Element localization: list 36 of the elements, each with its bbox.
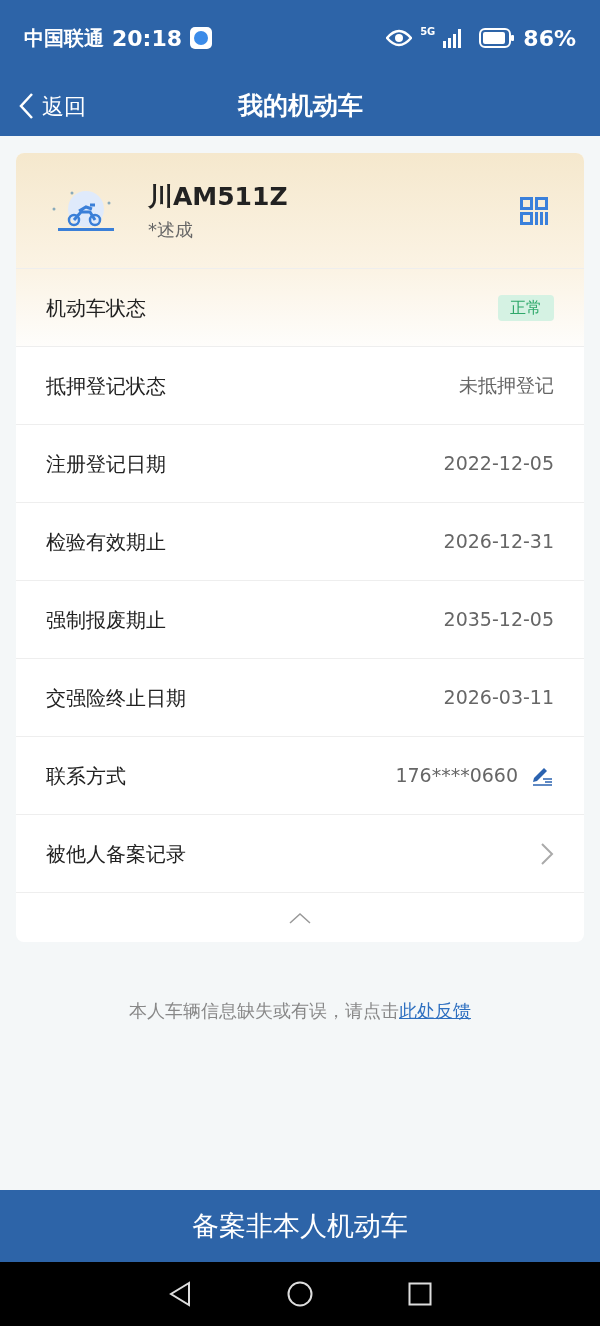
feedback-text: 本人车辆信息缺失或有误，请点击: [129, 999, 399, 1023]
battery-percent: 86%: [523, 24, 576, 53]
row-value: 2026-03-11: [443, 685, 554, 711]
row-label: 检验有效期止: [46, 528, 166, 556]
home-nav-icon[interactable]: [287, 1281, 313, 1307]
row-value: 176****0660: [395, 763, 518, 789]
row-value: 未抵押登记: [459, 373, 554, 399]
back-nav-icon[interactable]: [167, 1281, 192, 1307]
signal-icon: [443, 28, 464, 48]
status-badge: 正常: [498, 294, 554, 321]
row-label: 注册登记日期: [46, 450, 166, 478]
row-label: 抵押登记状态: [46, 372, 166, 400]
carrier-name: 中国联通: [24, 25, 104, 52]
battery-icon: [479, 28, 516, 48]
row-label: 机动车状态: [46, 294, 146, 322]
clock: 20:18: [112, 24, 183, 53]
row-label: 交强险终止日期: [46, 684, 186, 712]
row-label: 被他人备案记录: [46, 840, 186, 868]
row-label: 联系方式: [46, 762, 126, 790]
eye-icon: [386, 29, 413, 47]
owner-name: *述成: [148, 217, 194, 242]
license-plate: 川AM511Z: [148, 181, 289, 214]
back-button[interactable]: 返回: [18, 89, 86, 123]
feedback-link[interactable]: 此处反馈: [399, 997, 471, 1024]
row-value: 2035-12-05: [443, 607, 554, 633]
row-value: 2022-12-05: [443, 451, 554, 477]
network-type: 5G: [420, 24, 436, 39]
row-label: 强制报废期止: [46, 606, 166, 634]
register-vehicle-button[interactable]: 备案非本人机动车: [0, 1190, 600, 1262]
recents-nav-icon[interactable]: [408, 1282, 433, 1306]
chevron-right-icon: [540, 841, 554, 866]
page-title: 我的机动车: [237, 90, 363, 123]
browser-app-icon: [190, 27, 213, 49]
row-value: 2026-12-31: [443, 529, 554, 555]
qr-code-icon[interactable]: [520, 196, 548, 225]
collapse-caret-icon[interactable]: [289, 911, 311, 924]
